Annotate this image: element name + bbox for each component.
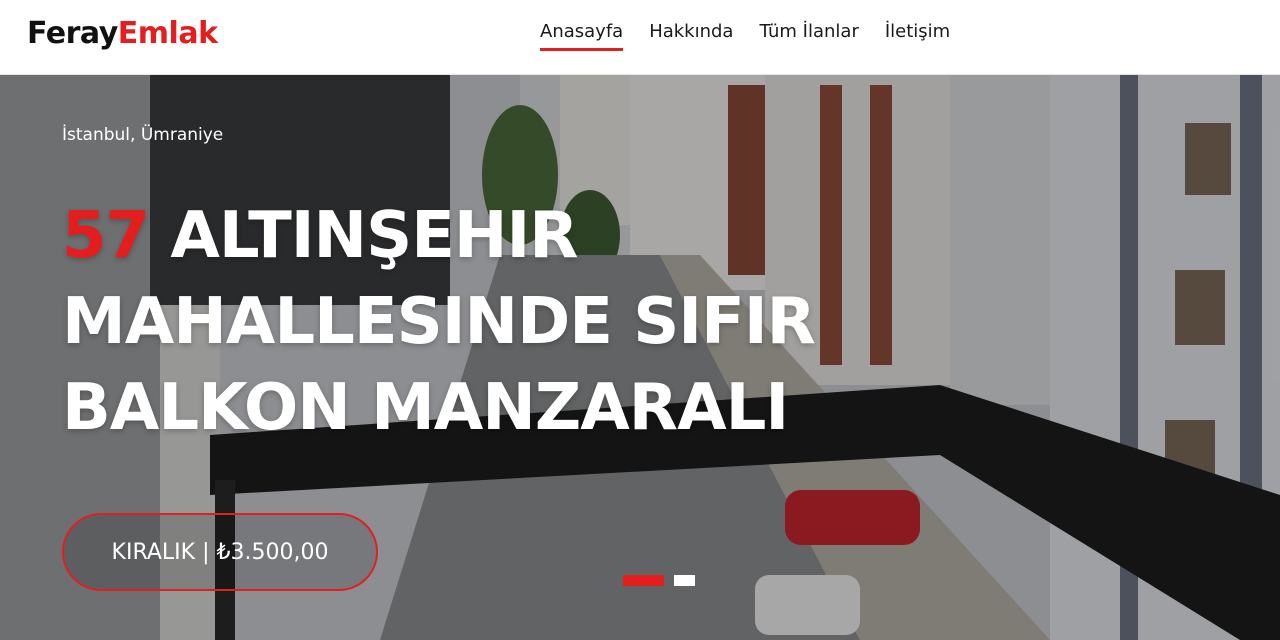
slider-dot-2[interactable]: [674, 575, 695, 586]
listing-title-number: 57: [62, 199, 150, 273]
listing-title[interactable]: 57 ALTINŞEHIR MAHALLESINDE SIFIR BALKON …: [62, 193, 862, 451]
listing-title-text: ALTINŞEHIR MAHALLESINDE SIFIR BALKON MAN…: [62, 199, 816, 445]
nav-link-contact[interactable]: İletişim: [885, 20, 950, 51]
hero-slider: İstanbul, Ümraniye 57 ALTINŞEHIR MAHALLE…: [0, 75, 1280, 640]
listing-price-badge[interactable]: KIRALIK | ₺3.500,00: [62, 513, 378, 591]
slider-pagination: [623, 575, 695, 586]
nav-link-home[interactable]: Anasayfa: [540, 20, 624, 51]
brand-logo[interactable]: FerayEmlak: [27, 16, 218, 51]
site-header: FerayEmlak Anasayfa Hakkında Tüm İlanlar…: [0, 0, 1280, 75]
brand-logo-part1: Feray: [27, 16, 118, 51]
nav-link-about[interactable]: Hakkında: [649, 20, 733, 51]
listing-location: İstanbul, Ümraniye: [62, 125, 224, 145]
slider-dot-1[interactable]: [623, 575, 664, 586]
nav-link-all-listings[interactable]: Tüm İlanlar: [759, 20, 858, 51]
main-nav: Anasayfa Hakkında Tüm İlanlar İletişim: [540, 20, 950, 51]
brand-logo-part2: Emlak: [117, 16, 218, 51]
